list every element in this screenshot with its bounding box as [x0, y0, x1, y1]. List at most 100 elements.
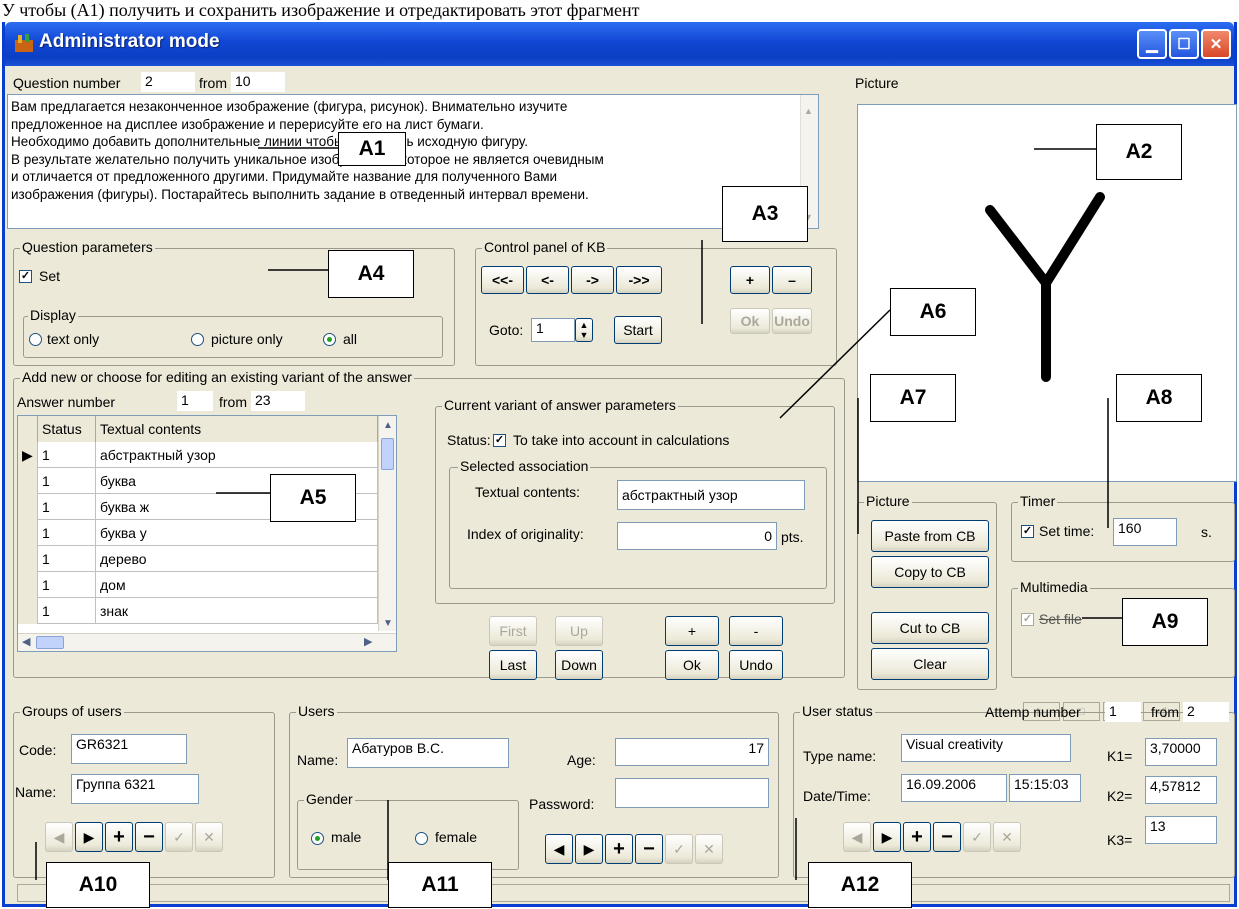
maximize-button[interactable]: ☐: [1169, 29, 1199, 59]
date-input[interactable]: 16.09.2006: [901, 774, 1007, 802]
variant-undo-button[interactable]: Undo: [729, 650, 783, 680]
minimize-button[interactable]: ▁: [1137, 29, 1167, 59]
user-next-button[interactable]: ▶: [575, 834, 603, 864]
first-button[interactable]: First: [489, 616, 537, 646]
user-prev-button[interactable]: ◀: [545, 834, 573, 864]
title-bar[interactable]: Administrator mode ▁ ☐ ✕: [5, 22, 1234, 66]
time-input[interactable]: 160: [1113, 518, 1177, 546]
group-ok-button[interactable]: ✓: [165, 822, 193, 852]
answer-total-field[interactable]: 23: [251, 391, 305, 411]
table-row[interactable]: 1 буква у: [18, 520, 378, 546]
remove-variant-button[interactable]: -: [729, 616, 783, 646]
table-row[interactable]: ▶ 1 абстрактный узор: [18, 442, 378, 468]
scroll-thumb[interactable]: [381, 438, 394, 470]
password-input[interactable]: [615, 778, 769, 808]
column-header-text[interactable]: Textual contents: [96, 416, 378, 442]
status-add-button[interactable]: +: [903, 822, 931, 852]
table-row[interactable]: 1 дом: [18, 572, 378, 598]
group-prev-button[interactable]: ◀: [45, 822, 73, 852]
originality-input[interactable]: 0: [617, 522, 777, 550]
kb-add-button[interactable]: +: [730, 266, 770, 294]
female-radio[interactable]: [415, 832, 428, 845]
group-delete-button[interactable]: −: [135, 822, 163, 852]
age-input[interactable]: 17: [615, 738, 769, 766]
table-hscrollbar[interactable]: ◀ ▶: [18, 633, 396, 651]
clear-button[interactable]: Clear: [871, 648, 989, 680]
goto-input[interactable]: 1: [531, 318, 575, 342]
kb-last-button[interactable]: ->>: [616, 266, 662, 294]
question-number-field[interactable]: 2: [141, 72, 195, 92]
group-name-label: Name:: [15, 784, 57, 800]
status-cancel-button[interactable]: ✕: [993, 822, 1021, 852]
display-text-only-radio[interactable]: [29, 333, 42, 346]
answer-number-field[interactable]: 1: [177, 391, 213, 411]
table-row[interactable]: 1 знак: [18, 598, 378, 624]
kb-prev-button[interactable]: <-: [526, 266, 569, 294]
kb-ok-button[interactable]: Ok: [730, 308, 770, 334]
close-button[interactable]: ✕: [1201, 29, 1231, 59]
add-variant-button[interactable]: +: [665, 616, 719, 646]
type-name-input[interactable]: Visual creativity: [901, 734, 1071, 762]
user-cancel-button[interactable]: ✕: [695, 834, 723, 864]
kb-first-button[interactable]: <<-: [481, 266, 524, 294]
users-title: Users: [296, 703, 337, 719]
k2-input[interactable]: 4,57812: [1145, 776, 1217, 804]
table-vscrollbar[interactable]: ▲ ▼: [378, 416, 396, 631]
cut-to-cb-button[interactable]: Cut to CB: [871, 612, 989, 644]
row-status: 1: [38, 598, 96, 624]
set-checkbox[interactable]: ✓: [19, 270, 32, 283]
cancel-icon: ✕: [203, 828, 215, 845]
kb-remove-button[interactable]: –: [772, 266, 812, 294]
question-text-area[interactable]: Вам предлагается незаконченное изображен…: [7, 94, 819, 229]
variant-ok-button[interactable]: Ok: [665, 650, 719, 680]
multimedia-title: Multimedia: [1018, 579, 1090, 595]
status-ok-button[interactable]: ✓: [963, 822, 991, 852]
take-into-account-checkbox[interactable]: ✓: [493, 434, 506, 447]
copy-to-cb-button[interactable]: Copy to CB: [871, 556, 989, 588]
start-button[interactable]: Start: [614, 316, 662, 344]
user-add-button[interactable]: +: [605, 834, 633, 864]
answers-table[interactable]: Status Textual contents ▶ 1 абстрактный …: [17, 415, 397, 652]
up-button[interactable]: Up: [555, 616, 603, 646]
male-radio[interactable]: [311, 832, 324, 845]
group-add-button[interactable]: +: [105, 822, 133, 852]
group-cancel-button[interactable]: ✕: [195, 822, 223, 852]
textual-contents-input[interactable]: абстрактный узор: [617, 480, 805, 510]
attempt-total-field[interactable]: 2: [1183, 702, 1229, 722]
column-header-status[interactable]: Status: [38, 416, 96, 442]
goto-spinner[interactable]: ▲ ▼: [575, 318, 593, 342]
time-value-input[interactable]: 15:15:03: [1009, 774, 1081, 802]
group-code-input[interactable]: GR6321: [71, 734, 187, 764]
k3-input[interactable]: 13: [1145, 816, 1217, 844]
display-all-radio[interactable]: [323, 333, 336, 346]
status-prev-button[interactable]: ◀: [843, 822, 871, 852]
group-name-input[interactable]: Группа 6321: [71, 774, 199, 804]
display-option-label: all: [343, 331, 358, 347]
annotation-a7: A7: [870, 374, 956, 422]
display-title: Display: [28, 307, 78, 323]
attempt-number-field[interactable]: 1: [1105, 702, 1141, 722]
set-time-checkbox[interactable]: ✓: [1021, 525, 1034, 538]
check-icon: ✓: [971, 828, 983, 845]
paste-from-cb-button[interactable]: Paste from CB: [871, 520, 989, 552]
user-delete-button[interactable]: −: [635, 834, 663, 864]
control-panel-title: Control panel of KB: [482, 239, 608, 255]
question-number-label: Question number: [13, 75, 121, 91]
status-delete-button[interactable]: −: [933, 822, 961, 852]
display-picture-only-radio[interactable]: [191, 333, 204, 346]
k2-label: K2=: [1107, 788, 1133, 804]
kb-next-button[interactable]: ->: [571, 266, 614, 294]
table-row[interactable]: 1 дерево: [18, 546, 378, 572]
user-name-input[interactable]: Абатуров В.С.: [347, 738, 509, 768]
user-ok-button[interactable]: ✓: [665, 834, 693, 864]
kb-undo-button[interactable]: Undo: [772, 308, 812, 334]
question-total-field[interactable]: 10: [231, 72, 285, 92]
group-next-button[interactable]: ▶: [75, 822, 103, 852]
down-button[interactable]: Down: [555, 650, 603, 680]
last-button[interactable]: Last: [489, 650, 537, 680]
k1-input[interactable]: 3,70000: [1145, 738, 1217, 766]
status-next-button[interactable]: ▶: [873, 822, 901, 852]
row-text: дерево: [96, 546, 378, 572]
hscroll-thumb[interactable]: [36, 636, 64, 649]
set-file-checkbox[interactable]: ✓: [1021, 613, 1034, 626]
